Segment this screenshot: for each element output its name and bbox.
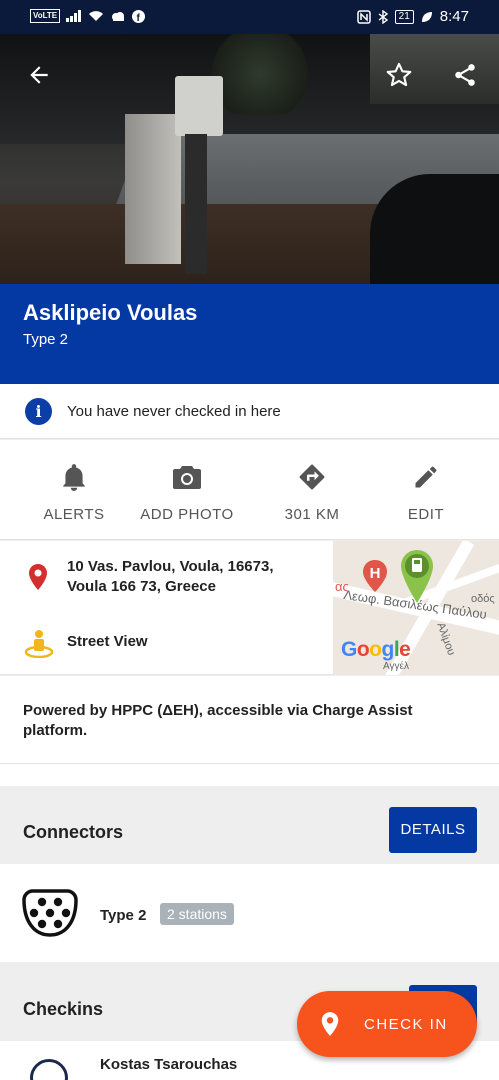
check-in-button[interactable]: CHECK IN — [297, 991, 477, 1057]
location-pin-icon — [26, 563, 50, 596]
star-outline-icon — [386, 62, 412, 87]
description-text: Powered by HPPC (ΔΕΗ), accessible via Ch… — [23, 702, 413, 739]
google-letter: o — [356, 638, 370, 661]
description-section: Powered by HPPC (ΔΕΗ), accessible via Ch… — [0, 676, 499, 764]
connector-type: Type 2 — [100, 907, 147, 924]
bluetooth-icon — [378, 9, 388, 24]
arrow-back-icon — [30, 66, 48, 84]
signal-icon — [66, 10, 82, 22]
address-line-2: Voula 166 73, Greece — [67, 578, 216, 595]
photo-charger-head — [175, 76, 223, 136]
action-bar: ALERTS ADD PHOTO 301 KM EDIT — [0, 440, 499, 540]
photo-charger — [125, 114, 181, 264]
info-icon: i — [25, 398, 52, 425]
status-bar: VoLTE f 21 8:47 — [0, 0, 499, 34]
station-type: Type 2 — [23, 331, 69, 348]
directions-button[interactable]: 301 KM — [252, 460, 372, 523]
clock: 8:47 — [439, 8, 469, 25]
connectors-title: Connectors — [23, 822, 124, 842]
favorite-button[interactable] — [382, 58, 416, 92]
vw-logo-icon — [30, 1059, 68, 1080]
checkin-notice-text: You have never checked in here — [67, 403, 281, 420]
address-line-1: 10 Vas. Pavlou, Voula, 16673, — [67, 558, 274, 575]
google-logo: Google — [341, 638, 411, 662]
street-view-link[interactable]: Street View — [67, 633, 148, 650]
street-view-icon — [24, 628, 54, 663]
connector-row[interactable]: Type 2 2 stations — [0, 864, 499, 962]
battery-indicator: 21 — [394, 9, 414, 24]
map-bottom-label: Αγγέλ — [383, 661, 409, 672]
cloud-icon — [112, 12, 125, 21]
connectors-header: Connectors DETAILS — [0, 786, 499, 864]
back-button[interactable] — [22, 58, 56, 92]
wifi-icon — [89, 11, 104, 21]
photo-car — [370, 174, 499, 284]
alerts-label: ALERTS — [43, 506, 105, 523]
camera-icon — [173, 466, 201, 489]
edit-label: EDIT — [407, 506, 445, 523]
station-header: Asklipeio Voulas Type 2 — [0, 284, 499, 384]
address-text[interactable]: 10 Vas. Pavlou, Voula, 16673, Voula 166 … — [67, 557, 307, 597]
checkin-notice: i You have never checked in here — [0, 384, 499, 439]
pencil-icon — [415, 466, 437, 488]
leaf-icon — [421, 11, 432, 22]
volte-indicator: VoLTE — [30, 9, 61, 23]
map-top-label: οδός — [471, 593, 495, 605]
station-photo[interactable] — [0, 34, 499, 284]
details-button[interactable]: DETAILS — [389, 807, 477, 853]
checkins-title: Checkins — [23, 999, 104, 1019]
station-name: Asklipeio Voulas — [23, 300, 198, 325]
google-letter: G — [341, 638, 357, 661]
add-photo-button[interactable]: ADD PHOTO — [127, 460, 247, 523]
map-fragment-label: ας — [335, 579, 349, 594]
hospital-marker-icon: H — [361, 559, 389, 593]
map-thumbnail[interactable]: Λεωφ. Βασιλέως Παύλου οδός Αλίμου ας Αγγ… — [333, 541, 499, 675]
spacer — [0, 764, 499, 786]
facebook-icon: f — [132, 9, 146, 23]
share-icon — [455, 64, 475, 86]
address-section: 10 Vas. Pavlou, Voula, 16673, Voula 166 … — [0, 541, 499, 675]
distance-label: 301 KM — [284, 506, 340, 523]
station-count-badge: 2 stations — [160, 903, 234, 925]
google-letter: e — [399, 638, 411, 661]
add-photo-label: ADD PHOTO — [140, 506, 234, 523]
charger-marker-icon — [399, 549, 435, 610]
share-button[interactable] — [448, 58, 482, 92]
directions-icon — [299, 464, 325, 490]
check-in-label: CHECK IN — [364, 1016, 448, 1033]
edit-button[interactable]: EDIT — [366, 460, 486, 523]
google-letter: o — [369, 638, 382, 661]
photo-pole — [185, 134, 207, 274]
checkin-user-name: Kostas Tsarouchas — [100, 1056, 238, 1073]
bell-icon — [63, 464, 85, 491]
hospital-letter: H — [370, 565, 381, 582]
map-vertical-label: Αλίμου — [434, 621, 458, 657]
alerts-button[interactable]: ALERTS — [14, 460, 134, 523]
nfc-icon — [356, 9, 371, 24]
google-letter: g — [381, 638, 395, 661]
type2-plug-icon — [22, 888, 78, 943]
location-pin-icon — [319, 1011, 341, 1042]
